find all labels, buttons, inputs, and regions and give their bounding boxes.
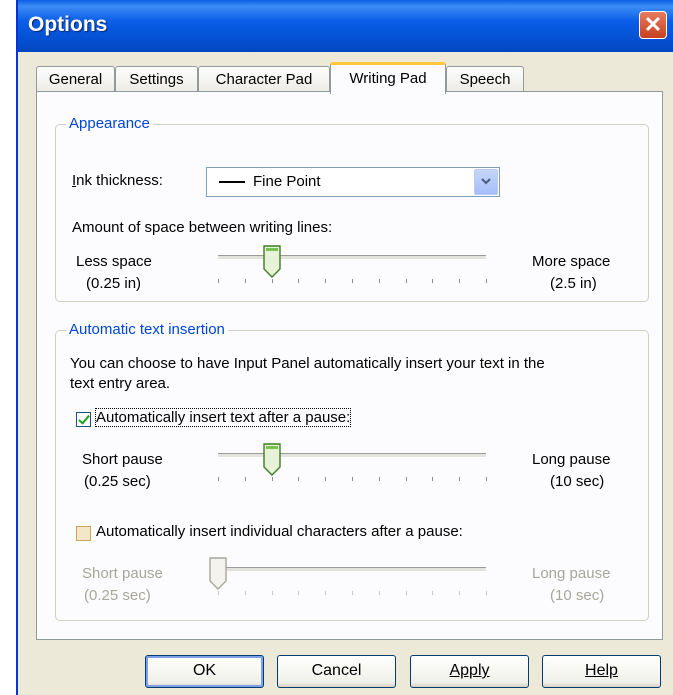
- slider-track: [218, 567, 486, 572]
- long-pause-label-disabled: Long pause: [532, 565, 611, 582]
- slider-tick: [406, 477, 407, 481]
- slider-tick: [352, 591, 353, 595]
- text-insertion-legend: Automatic text insertion: [66, 321, 228, 338]
- ink-thickness-select[interactable]: Fine Point: [206, 167, 500, 197]
- slider-tick: [218, 279, 219, 283]
- ink-line-icon: [219, 181, 245, 183]
- description-line-2: text entry area.: [70, 375, 171, 392]
- slider-tick: [459, 477, 460, 481]
- appearance-group: Appearance Ink thickness: Fine Point Amo…: [55, 115, 649, 302]
- ink-thickness-value: Fine Point: [253, 173, 321, 190]
- more-space-label: More space: [532, 253, 611, 270]
- apply-label: Apply: [449, 662, 490, 679]
- slider-tick: [298, 591, 299, 595]
- tab-settings[interactable]: Settings: [115, 66, 198, 92]
- chevron-down-icon[interactable]: [474, 169, 498, 195]
- title-bar[interactable]: Options ✕: [18, 0, 673, 52]
- slider-tick: [352, 477, 353, 481]
- options-dialog: Options ✕ General Settings Character Pad…: [16, 0, 673, 695]
- slider-tick: [245, 477, 246, 481]
- slider-tick: [486, 591, 487, 595]
- ok-button[interactable]: OK: [145, 655, 264, 688]
- close-icon: ✕: [643, 12, 663, 37]
- slider-tick: [379, 591, 380, 595]
- slider-tick: [406, 279, 407, 283]
- slider-tick: [406, 591, 407, 595]
- cancel-button[interactable]: Cancel: [277, 655, 396, 688]
- tab-speech[interactable]: Speech: [446, 66, 524, 92]
- ink-thickness-label-text: nk thickness:: [76, 172, 163, 189]
- short-pause-value-disabled: (0.25 sec): [84, 587, 151, 604]
- tab-writing-pad[interactable]: Writing Pad: [330, 62, 446, 94]
- auto-insert-text-checkbox[interactable]: [76, 412, 91, 427]
- slider-tick: [379, 477, 380, 481]
- appearance-legend: Appearance: [66, 115, 153, 132]
- slider-tick: [432, 477, 433, 481]
- long-pause-value-disabled: (10 sec): [550, 587, 605, 604]
- slider-tick: [459, 591, 460, 595]
- more-space-value: (2.5 in): [550, 275, 597, 292]
- short-pause-label: Short pause: [82, 451, 163, 468]
- slider-thumb[interactable]: [262, 443, 281, 477]
- text-insertion-group: Automatic text insertion You can choose …: [55, 321, 649, 621]
- slider-tick: [379, 279, 380, 283]
- spacing-label: Amount of space between writing lines:: [72, 219, 332, 236]
- tab-general[interactable]: General: [36, 66, 115, 92]
- slider-tick: [325, 477, 326, 481]
- auto-insert-text-label[interactable]: Automatically insert text after a pause:: [94, 408, 352, 427]
- text-pause-slider[interactable]: [206, 443, 498, 487]
- slider-tick: [272, 591, 273, 595]
- auto-insert-characters-checkbox[interactable]: [76, 526, 91, 541]
- line-spacing-slider[interactable]: [206, 245, 498, 289]
- slider-tick: [432, 279, 433, 283]
- close-button[interactable]: ✕: [639, 11, 667, 39]
- long-pause-label: Long pause: [532, 451, 611, 468]
- writing-pad-panel: Appearance Ink thickness: Fine Point Amo…: [36, 91, 663, 640]
- help-button[interactable]: Help: [542, 655, 661, 688]
- slider-track: [218, 255, 486, 260]
- slider-tick: [298, 477, 299, 481]
- less-space-value: (0.25 in): [86, 275, 142, 292]
- slider-tick: [325, 279, 326, 283]
- description-line-1: You can choose to have Input Panel autom…: [70, 355, 545, 372]
- ink-thickness-label: Ink thickness:: [72, 172, 163, 189]
- short-pause-value: (0.25 sec): [84, 473, 151, 490]
- slider-tick: [298, 279, 299, 283]
- slider-tick: [245, 591, 246, 595]
- slider-tick: [218, 591, 219, 595]
- slider-tick: [352, 279, 353, 283]
- slider-tick: [245, 279, 246, 283]
- slider-tick: [272, 279, 273, 283]
- slider-tick: [218, 477, 219, 481]
- slider-thumb[interactable]: [209, 557, 227, 591]
- short-pause-label-disabled: Short pause: [82, 565, 163, 582]
- window-title: Options: [28, 13, 108, 36]
- less-space-label: Less space: [76, 253, 152, 270]
- slider-thumb[interactable]: [262, 245, 281, 279]
- slider-tick: [432, 591, 433, 595]
- long-pause-value: (10 sec): [550, 473, 605, 490]
- auto-insert-characters-label[interactable]: Automatically insert individual characte…: [96, 523, 463, 540]
- slider-track: [218, 453, 486, 458]
- slider-tick: [272, 477, 273, 481]
- spacing-label-text: Amount of space between writing lines:: [72, 219, 333, 236]
- help-label: Help: [585, 662, 618, 679]
- tab-character-pad[interactable]: Character Pad: [198, 66, 330, 92]
- slider-tick: [486, 279, 487, 283]
- slider-tick: [325, 591, 326, 595]
- apply-button[interactable]: Apply: [410, 655, 529, 688]
- slider-tick: [459, 279, 460, 283]
- character-pause-slider[interactable]: [206, 557, 498, 601]
- slider-tick: [486, 477, 487, 481]
